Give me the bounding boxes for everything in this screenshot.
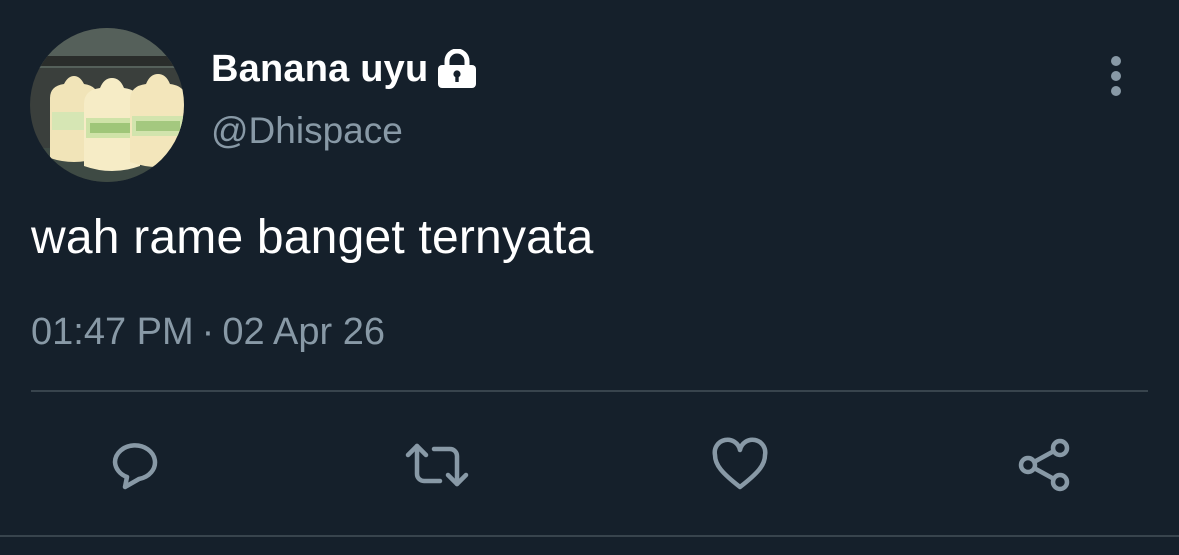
retweet-icon <box>405 443 469 487</box>
more-vertical-icon <box>1111 56 1121 96</box>
reply-button[interactable] <box>100 430 170 500</box>
timestamp-separator: · <box>201 311 215 353</box>
heart-icon <box>712 437 768 490</box>
share-button[interactable] <box>1009 430 1079 500</box>
author-name-row: Banana uyu <box>211 44 478 94</box>
avatar[interactable] <box>30 28 184 182</box>
tweet-date: 02 Apr 26 <box>222 311 385 353</box>
retweet-button[interactable] <box>402 430 472 500</box>
tweet-time: 01:47 PM <box>31 311 194 353</box>
more-options-button[interactable] <box>1096 54 1136 98</box>
tweet-detail: Banana uyu @Dhispace wah rame banget ter… <box>0 0 1179 555</box>
lock-icon <box>436 48 478 89</box>
user-handle[interactable]: @Dhispace <box>211 110 403 152</box>
tweet-text: wah rame banget ternyata <box>31 211 594 264</box>
like-button[interactable] <box>705 430 775 500</box>
share-icon <box>1018 438 1070 492</box>
display-name[interactable]: Banana uyu <box>211 48 428 91</box>
banana-milk-bottles-avatar <box>30 28 184 182</box>
bottom-divider <box>0 535 1179 537</box>
divider <box>31 390 1148 392</box>
tweet-timestamp[interactable]: 01:47 PM · 02 Apr 26 <box>31 311 385 354</box>
comment-bubble-icon <box>112 443 158 490</box>
